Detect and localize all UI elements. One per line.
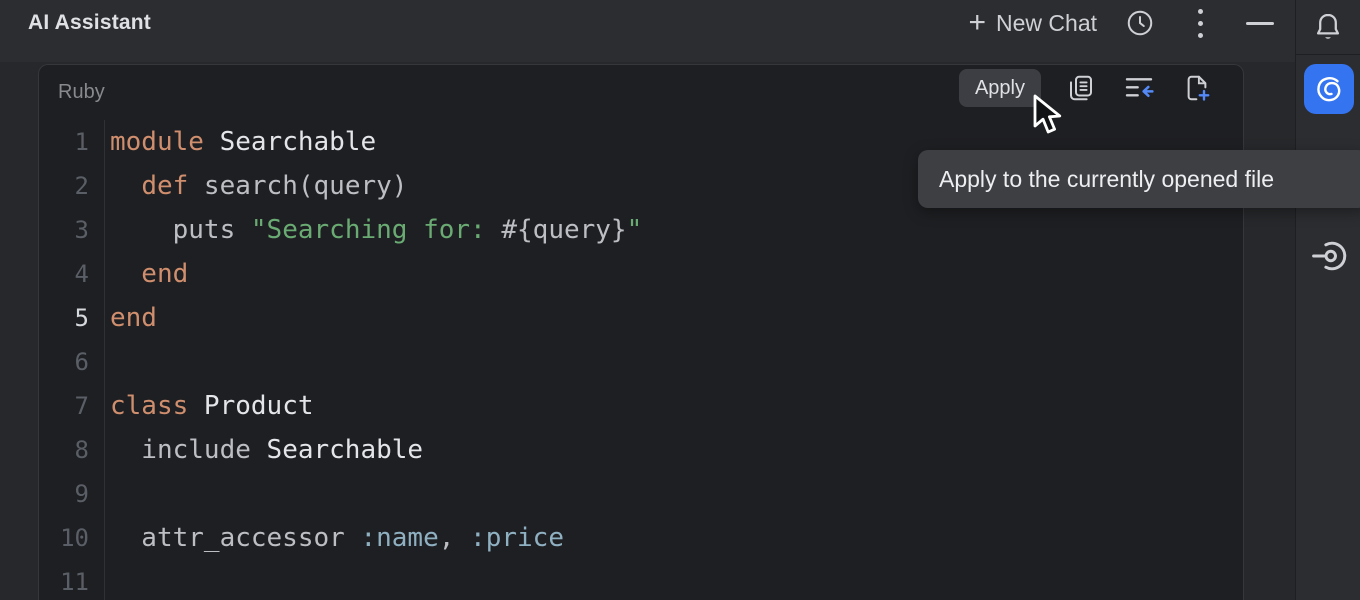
code-card-header: Ruby Apply: [39, 65, 1243, 120]
kebab-menu-icon: [1198, 9, 1203, 38]
code-line: 5end: [39, 296, 1243, 340]
insert-at-caret-icon: [1123, 72, 1155, 104]
ai-assistant-panel: AI Assistant + New Chat: [0, 0, 1360, 600]
new-chat-label: New Chat: [996, 10, 1097, 37]
line-number: 5: [39, 296, 89, 340]
language-label: Ruby: [58, 81, 105, 104]
apply-button[interactable]: Apply: [959, 69, 1041, 107]
line-text: class Product: [89, 384, 314, 428]
ai-assistant-swirl-icon: [1312, 72, 1346, 106]
line-text: module Searchable: [89, 120, 376, 164]
line-number: 7: [39, 384, 89, 428]
code-line: 10 attr_accessor :name, :price: [39, 516, 1243, 560]
line-number: 6: [39, 340, 89, 384]
code-line: 4 end: [39, 252, 1243, 296]
apply-tooltip-text: Apply to the currently opened file: [939, 166, 1274, 193]
code-line: 9: [39, 472, 1243, 516]
copy-icon: [1066, 73, 1096, 103]
code-snippet-card: Ruby Apply: [38, 64, 1244, 600]
line-number: 2: [39, 164, 89, 208]
code-card-actions: Apply: [959, 69, 1215, 107]
line-number: 8: [39, 428, 89, 472]
code-line: 6: [39, 340, 1243, 384]
line-number: 10: [39, 516, 89, 560]
line-text: [89, 560, 110, 600]
right-tool-stripe: [1295, 0, 1360, 600]
minimize-icon: [1246, 22, 1274, 25]
apply-tooltip: Apply to the currently opened file: [918, 150, 1360, 208]
line-number: 1: [39, 120, 89, 164]
line-text: def search(query): [89, 164, 407, 208]
code-line: 7class Product: [39, 384, 1243, 428]
line-text: [89, 340, 110, 384]
new-file-icon: [1182, 73, 1212, 103]
insert-at-caret-button[interactable]: [1121, 70, 1157, 106]
line-number: 9: [39, 472, 89, 516]
chat-history-button[interactable]: [1123, 6, 1157, 40]
plus-icon: +: [968, 8, 986, 38]
copy-button[interactable]: [1063, 70, 1099, 106]
code-line: 8 include Searchable: [39, 428, 1243, 472]
new-chat-button[interactable]: + New Chat: [968, 8, 1097, 38]
line-number: 3: [39, 208, 89, 252]
bell-icon: [1311, 9, 1345, 45]
line-number: 4: [39, 252, 89, 296]
ai-commit-icon: [1308, 235, 1350, 277]
code-line: 3 puts "Searching for: #{query}": [39, 208, 1243, 252]
line-number: 11: [39, 560, 89, 600]
line-text: include Searchable: [89, 428, 423, 472]
clock-history-icon: [1125, 8, 1155, 38]
line-text: end: [89, 296, 157, 340]
gutter-separator: [104, 120, 105, 600]
code-line: 11: [39, 560, 1243, 600]
more-options-button[interactable]: [1183, 6, 1217, 40]
toolwindow-header: AI Assistant + New Chat: [0, 0, 1295, 62]
panel-title: AI Assistant: [28, 0, 151, 46]
line-text: [89, 472, 110, 516]
notifications-button[interactable]: [1296, 0, 1360, 55]
create-file-button[interactable]: [1179, 70, 1215, 106]
line-text: puts "Searching for: #{query}": [89, 208, 642, 252]
ai-secondary-stripe-button[interactable]: [1307, 234, 1351, 278]
hide-toolwindow-button[interactable]: [1243, 6, 1277, 40]
line-text: attr_accessor :name, :price: [89, 516, 564, 560]
header-actions: + New Chat: [968, 0, 1277, 46]
ai-assistant-stripe-button[interactable]: [1304, 64, 1354, 114]
